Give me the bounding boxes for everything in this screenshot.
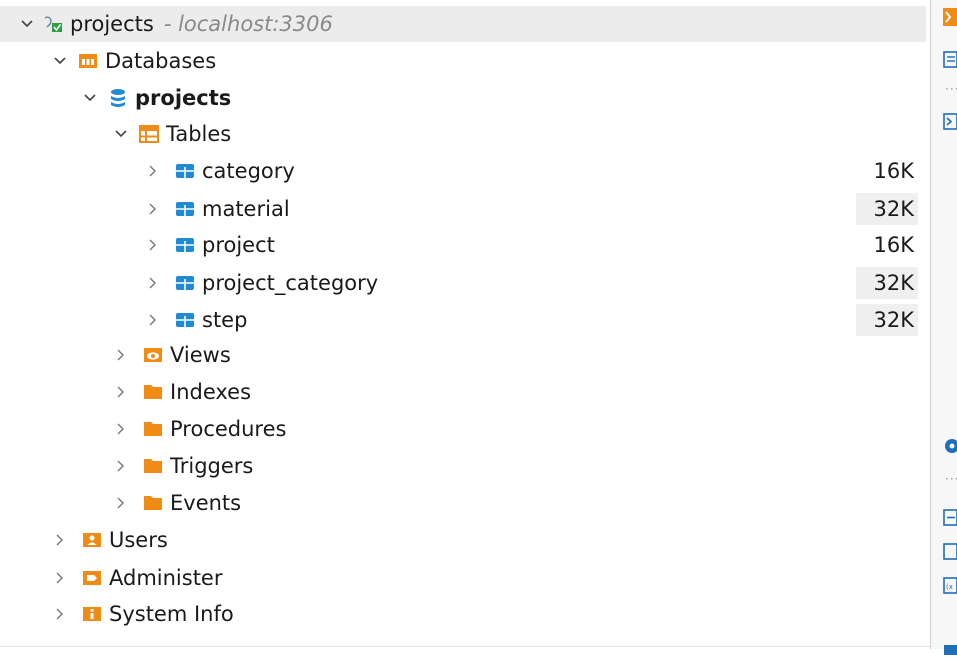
tree-node-table[interactable]: project 16K — [0, 227, 926, 263]
folder-label: Indexes — [170, 380, 252, 404]
tree-node-views[interactable]: Views — [0, 337, 231, 373]
connection-host: - localhost:3306 — [163, 12, 333, 36]
more-icon[interactable]: ··· — [945, 82, 957, 96]
root-item-label: Administer — [109, 566, 223, 590]
tables-folder-icon — [138, 123, 160, 145]
console-icon[interactable] — [943, 112, 957, 136]
tree-node-administer[interactable]: Administer — [0, 560, 223, 596]
folder-label: Triggers — [170, 454, 254, 478]
table-icon — [174, 272, 196, 294]
collapse-icon[interactable] — [943, 508, 957, 532]
chevron-right-icon[interactable] — [112, 411, 130, 447]
variables-icon[interactable]: (x — [943, 576, 957, 600]
tree-node-system-info[interactable]: System Info — [0, 596, 234, 632]
users-icon — [81, 529, 103, 551]
folder-icon — [142, 418, 164, 440]
table-name: project — [202, 233, 275, 257]
more-icon[interactable]: ··· — [945, 472, 957, 486]
tree-node-triggers[interactable]: Triggers — [0, 448, 253, 484]
chevron-right-icon[interactable] — [144, 227, 162, 263]
table-name: category — [202, 159, 295, 183]
chevron-right-icon[interactable] — [112, 448, 130, 484]
tree-node-tables[interactable]: Tables — [0, 116, 231, 152]
folder-label: Views — [170, 343, 231, 367]
database-icon — [107, 87, 129, 109]
tree-node-table[interactable]: category 16K — [0, 153, 926, 189]
tree-node-users[interactable]: Users — [0, 522, 168, 558]
chevron-right-icon[interactable] — [51, 596, 69, 632]
properties-icon[interactable] — [943, 50, 957, 75]
chevron-down-icon[interactable] — [51, 43, 69, 79]
root-item-label: System Info — [109, 602, 234, 626]
right-toolbar: ··· ··· (x — [931, 0, 957, 655]
document-icon[interactable] — [943, 542, 957, 566]
gear-icon[interactable] — [943, 436, 957, 461]
table-size: 32K — [855, 304, 918, 336]
chevron-right-icon[interactable] — [51, 522, 69, 558]
table-name: step — [202, 308, 248, 332]
chevron-right-icon[interactable] — [112, 337, 130, 373]
system-info-icon — [81, 603, 103, 625]
table-size: 32K — [855, 267, 918, 299]
grid-icon[interactable] — [943, 636, 957, 660]
table-size: 16K — [873, 233, 915, 257]
database-navigator-tree: projects - localhost:3306 Databases proj… — [0, 0, 930, 649]
table-name: project_category — [202, 271, 379, 295]
views-folder-icon — [142, 344, 164, 366]
root-item-label: Users — [109, 528, 168, 552]
tree-node-table[interactable]: material 32K — [0, 191, 926, 227]
table-icon — [174, 309, 196, 331]
folder-icon — [142, 381, 164, 403]
connection-label: projects — [70, 12, 154, 36]
tree-node-connection[interactable]: projects - localhost:3306 — [0, 6, 926, 42]
tree-bottom-divider — [0, 646, 930, 647]
folder-icon — [142, 492, 164, 514]
tree-node-procedures[interactable]: Procedures — [0, 411, 286, 447]
databases-label: Databases — [105, 49, 217, 73]
chevron-down-icon[interactable] — [112, 116, 130, 152]
administer-icon — [81, 567, 103, 589]
table-icon — [174, 198, 196, 220]
table-size: 16K — [873, 159, 915, 183]
tree-node-schema-projects[interactable]: projects — [0, 80, 231, 116]
table-size: 32K — [855, 193, 918, 225]
chevron-down-icon[interactable] — [18, 6, 36, 42]
chevron-down-icon[interactable] — [81, 80, 99, 116]
tree-node-table[interactable]: project_category 32K — [0, 265, 926, 301]
chevron-right-icon[interactable] — [144, 153, 162, 189]
folder-label: Events — [170, 491, 242, 515]
tree-node-databases[interactable]: Databases — [0, 43, 216, 79]
folder-label: Procedures — [170, 417, 287, 441]
tables-label: Tables — [166, 122, 232, 146]
table-icon — [174, 234, 196, 256]
table-name: material — [202, 197, 290, 221]
schema-label: projects — [135, 86, 232, 110]
svg-text:(x: (x — [946, 583, 953, 591]
tree-node-events[interactable]: Events — [0, 485, 241, 521]
chevron-right-icon[interactable] — [51, 560, 69, 596]
mysql-connection-icon — [42, 13, 64, 35]
tree-node-indexes[interactable]: Indexes — [0, 374, 251, 410]
chevron-right-icon[interactable] — [144, 191, 162, 227]
folder-icon — [142, 455, 164, 477]
sql-editor-icon[interactable] — [943, 6, 957, 33]
chevron-right-icon[interactable] — [144, 302, 162, 338]
chevron-right-icon[interactable] — [144, 265, 162, 301]
chevron-right-icon[interactable] — [112, 485, 130, 521]
chevron-right-icon[interactable] — [112, 374, 130, 410]
databases-folder-icon — [77, 50, 99, 72]
tree-node-table[interactable]: step 32K — [0, 302, 926, 338]
table-icon — [174, 160, 196, 182]
